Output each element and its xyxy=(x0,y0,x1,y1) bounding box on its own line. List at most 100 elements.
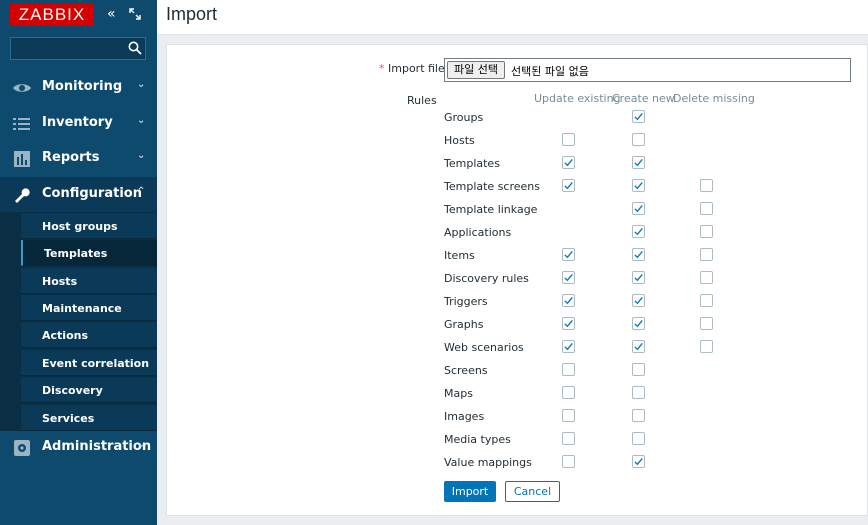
checkbox-update[interactable] xyxy=(562,156,575,169)
checkbox-update[interactable] xyxy=(562,386,575,399)
checkbox-create[interactable] xyxy=(632,248,645,261)
submenu-item-actions[interactable]: Actions xyxy=(21,322,157,348)
checkbox-update[interactable] xyxy=(562,248,575,261)
wrench-icon xyxy=(15,188,30,203)
cancel-button[interactable]: Cancel xyxy=(505,481,560,502)
checkbox-create[interactable] xyxy=(632,386,645,399)
submenu-label: Services xyxy=(42,412,95,425)
checkbox-create[interactable] xyxy=(632,110,645,123)
checkbox-create[interactable] xyxy=(632,455,645,468)
submenu-label: Event correlation xyxy=(42,357,150,370)
menu-item-reports[interactable]: Reports ⌄ xyxy=(0,141,157,177)
checkbox-update[interactable] xyxy=(562,432,575,445)
rule-label: Items xyxy=(444,249,475,262)
checkbox-create[interactable] xyxy=(632,133,645,146)
column-update-existing: Update existing xyxy=(534,92,621,105)
checkbox-delete[interactable] xyxy=(700,225,713,238)
rules-label: Rules xyxy=(407,94,437,107)
checkbox-create[interactable] xyxy=(632,340,645,353)
submenu-item-services[interactable]: Services xyxy=(21,405,157,431)
checkbox-delete[interactable] xyxy=(700,248,713,261)
page-title: Import xyxy=(166,4,218,24)
checkbox-update[interactable] xyxy=(562,294,575,307)
checkbox-delete[interactable] xyxy=(700,202,713,215)
checkbox-delete[interactable] xyxy=(700,179,713,192)
checkbox-create[interactable] xyxy=(632,271,645,284)
import-button[interactable]: Import xyxy=(444,481,496,502)
collapse-sidebar-icon[interactable]: « xyxy=(107,5,116,23)
checkbox-create[interactable] xyxy=(632,432,645,445)
checkbox-delete[interactable] xyxy=(700,271,713,284)
check-icon xyxy=(564,250,573,259)
checkbox-update[interactable] xyxy=(562,133,575,146)
checkbox-create[interactable] xyxy=(632,409,645,422)
submenu-label: Maintenance xyxy=(42,302,122,315)
submenu-item-maintenance[interactable]: Maintenance xyxy=(21,295,157,321)
kiosk-mode-icon[interactable] xyxy=(129,5,141,25)
checkbox-delete[interactable] xyxy=(700,294,713,307)
rule-label: Discovery rules xyxy=(444,272,529,285)
check-icon xyxy=(634,181,643,190)
import-file-label: * Import file xyxy=(379,62,445,75)
sidebar: ZABBIX « Monitoring ⌄ Inventory ⌄ Report… xyxy=(0,0,157,525)
submenu-item-templates[interactable]: Templates xyxy=(21,240,157,266)
rule-label: Media types xyxy=(444,433,511,446)
checkbox-create[interactable] xyxy=(632,294,645,307)
checkbox-create[interactable] xyxy=(632,225,645,238)
checkbox-update[interactable] xyxy=(562,409,575,422)
zabbix-logo[interactable]: ZABBIX xyxy=(10,4,94,26)
check-icon xyxy=(634,112,643,121)
rule-label: Screens xyxy=(444,364,488,377)
import-file-label-text: Import file xyxy=(388,62,445,75)
submenu-item-hosts[interactable]: Hosts xyxy=(21,268,157,294)
checkbox-update[interactable] xyxy=(562,271,575,284)
rule-label: Graphs xyxy=(444,318,484,331)
checkbox-update[interactable] xyxy=(562,455,575,468)
eye-icon xyxy=(13,84,31,92)
rule-label: Template linkage xyxy=(444,203,538,216)
search-icon[interactable] xyxy=(128,41,142,55)
submenu-item-discovery[interactable]: Discovery xyxy=(21,377,157,403)
check-icon xyxy=(564,273,573,282)
menu-item-configuration[interactable]: Configuration ⌃ xyxy=(0,177,157,213)
checkbox-update[interactable] xyxy=(562,340,575,353)
checkbox-create[interactable] xyxy=(632,202,645,215)
file-select-button[interactable]: 파일 선택 xyxy=(447,61,505,79)
rule-label: Web scenarios xyxy=(444,341,524,354)
menu-label: Administration xyxy=(42,439,152,454)
rule-label: Groups xyxy=(444,111,484,124)
required-mark: * xyxy=(379,62,385,75)
check-icon xyxy=(564,319,573,328)
search-input[interactable] xyxy=(10,37,146,60)
checkbox-update[interactable] xyxy=(562,179,575,192)
checkbox-update[interactable] xyxy=(562,363,575,376)
submenu-label: Hosts xyxy=(42,275,78,288)
menu-label: Configuration xyxy=(42,186,142,201)
rule-label: Maps xyxy=(444,387,473,400)
menu-label: Reports xyxy=(42,150,100,165)
rule-label: Images xyxy=(444,410,485,423)
submenu-item-event-correlation[interactable]: Event correlation xyxy=(21,350,157,376)
submenu-label: Discovery xyxy=(42,384,103,397)
menu-item-administration[interactable]: Administration ⌄ xyxy=(0,430,157,466)
rule-label: Triggers xyxy=(444,295,488,308)
checkbox-update[interactable] xyxy=(562,317,575,330)
submenu-item-host-groups[interactable]: Host groups xyxy=(21,213,157,239)
rule-label: Hosts xyxy=(444,134,475,147)
check-icon xyxy=(634,342,643,351)
check-icon xyxy=(634,319,643,328)
checkbox-create[interactable] xyxy=(632,156,645,169)
import-file-input[interactable]: 파일 선택 선택된 파일 없음 xyxy=(444,58,851,82)
checkbox-create[interactable] xyxy=(632,363,645,376)
checkbox-delete[interactable] xyxy=(700,340,713,353)
menu-item-inventory[interactable]: Inventory ⌄ xyxy=(0,106,157,142)
menu-item-monitoring[interactable]: Monitoring ⌄ xyxy=(0,70,157,106)
column-create-new: Create new xyxy=(612,92,675,105)
submenu-label: Templates xyxy=(44,247,108,260)
file-status: 선택된 파일 없음 xyxy=(511,65,589,78)
checkbox-create[interactable] xyxy=(632,317,645,330)
submenu-label: Host groups xyxy=(42,220,118,233)
checkbox-create[interactable] xyxy=(632,179,645,192)
checkbox-delete[interactable] xyxy=(700,317,713,330)
configuration-submenu: Host groups Templates Hosts Maintenance … xyxy=(0,212,157,431)
